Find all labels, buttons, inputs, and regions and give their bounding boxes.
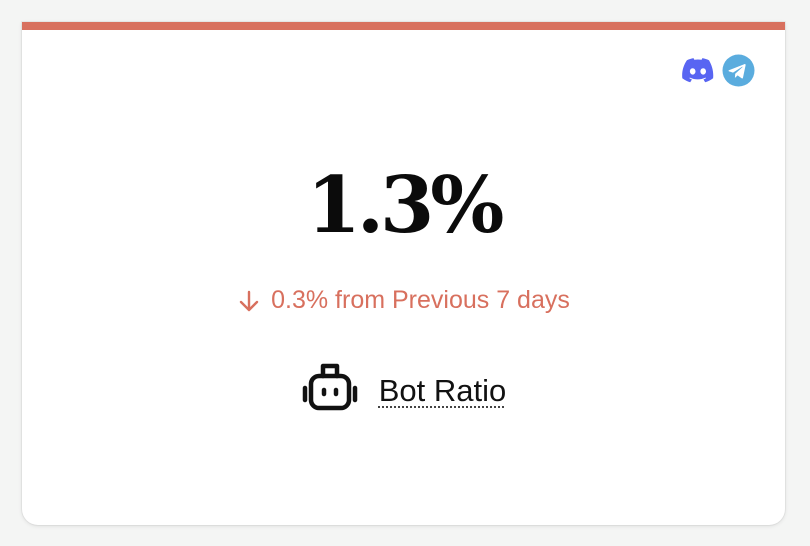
change-indicator: 0.3% from Previous 7 days [22,288,785,313]
social-links [681,54,755,87]
arrow-down-icon [237,289,261,313]
accent-bar [22,22,785,30]
metric-label[interactable]: Bot Ratio [379,373,507,409]
metric-value: 1.3% [306,160,505,251]
discord-icon[interactable] [681,54,714,87]
telegram-icon[interactable] [722,54,755,87]
metric-label-row: Bot Ratio [22,362,785,419]
change-text: 0.3% from Previous 7 days [271,286,570,314]
robot-icon [301,362,359,419]
metric-card: 1.3% 0.3% from Previous 7 days Bot Ratio [22,22,785,525]
